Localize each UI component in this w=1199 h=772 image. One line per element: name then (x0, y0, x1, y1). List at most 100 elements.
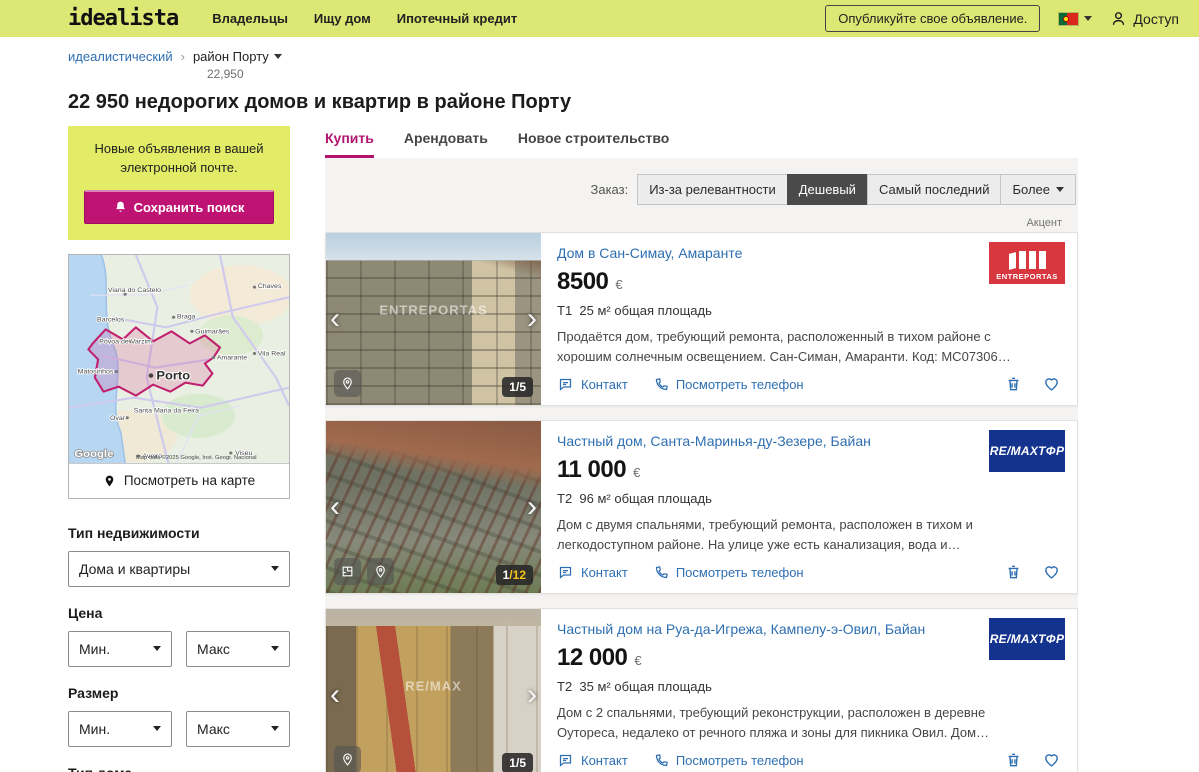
photo-next-arrow-icon[interactable]: › (527, 304, 537, 334)
chevron-down-icon (271, 566, 279, 572)
chat-icon (559, 566, 572, 579)
property-type-label: Тип недвижимости (68, 524, 200, 541)
login-button[interactable]: Доступ (1110, 10, 1179, 27)
photo-next-arrow-icon[interactable]: › (527, 680, 537, 710)
trash-icon (1008, 377, 1019, 391)
sort-more-button[interactable]: Более (1000, 174, 1076, 205)
main-content: Купить Арендовать Новое строительство За… (325, 126, 1078, 772)
size-min-select[interactable]: Мин. (68, 710, 172, 747)
language-selector[interactable] (1058, 11, 1093, 26)
top-header: idealista Владельцы Ищу дом Ипотечный кр… (0, 0, 1199, 37)
tabs-bar: Купить Арендовать Новое строительство (325, 126, 1078, 158)
map-thumbnail[interactable]: Viana do Castelo Chaves Barcelos Braga G… (69, 254, 289, 463)
size-max-select[interactable]: Макс (186, 710, 290, 747)
sidebar: Новые объявления в вашей электронной поч… (68, 126, 290, 772)
phone-icon (655, 753, 668, 766)
listing-card: RE/MAX ‹ › 1/5 RE/MAXTΦP Частный дом на … (325, 608, 1078, 772)
favorite-button[interactable] (1042, 563, 1061, 581)
discard-button[interactable] (1005, 563, 1022, 581)
map-label: Ovar (110, 415, 126, 422)
price-label: Цена (68, 604, 103, 621)
map-label: Póvoa de Varzim (99, 338, 152, 345)
sort-relevance-button[interactable]: Из-за релевантности (637, 174, 788, 205)
nav-mortgage[interactable]: Ипотечный кредит (397, 11, 517, 26)
contact-button[interactable]: Контакт (557, 753, 628, 768)
agency-logo-remax[interactable]: RE/MAXTΦP (989, 618, 1065, 660)
photo-map-pin-icon[interactable] (334, 370, 361, 397)
view-phone-button[interactable]: Посмотреть телефон (654, 377, 804, 392)
map-label: Guimarães (195, 328, 230, 335)
breadcrumb-current[interactable]: район Порту (193, 49, 282, 64)
contact-button[interactable]: Контакт (557, 377, 628, 392)
nav-owners[interactable]: Владельцы (212, 11, 288, 26)
currency-symbol: € (615, 277, 623, 293)
breadcrumb-separator: › (180, 49, 185, 64)
sort-label: Заказ: (590, 182, 629, 197)
listing-photo[interactable]: ‹ › 1/12 (326, 421, 541, 593)
heart-icon (1045, 754, 1058, 767)
view-on-map-button[interactable]: Посмотреть на карте (69, 462, 289, 498)
listing-title[interactable]: Частный дом, Санта-Маринья-ду-Зезере, Ба… (557, 432, 957, 450)
chat-icon (559, 754, 572, 767)
listing-price: 11 000 (557, 456, 627, 484)
photo-prev-arrow-icon[interactable]: ‹ (330, 304, 340, 334)
map-label: Braga (177, 313, 196, 320)
listing-price: 12 000 (557, 644, 628, 672)
photo-map-pin-icon[interactable] (367, 558, 394, 585)
accent-label: Акцент (1026, 217, 1062, 229)
discard-button[interactable] (1005, 751, 1022, 769)
contact-button[interactable]: Контакт (557, 565, 628, 580)
breadcrumb-root[interactable]: идеалистический (68, 49, 173, 64)
trash-icon (1008, 753, 1019, 767)
agency-logo-entreportas[interactable]: ENTREPORTAS (989, 242, 1065, 284)
property-type-select[interactable]: Дома и квартиры (68, 550, 290, 587)
favorite-button[interactable] (1042, 375, 1061, 393)
sort-cheapest-button[interactable]: Дешевый (786, 174, 868, 205)
user-icon (1113, 12, 1125, 25)
idealista-logo[interactable]: idealista (68, 6, 179, 31)
chevron-down-icon (1084, 16, 1093, 21)
save-search-button[interactable]: Сохранить поиск (84, 189, 274, 224)
listing-details: T2 35 м² общая площадь (557, 679, 712, 695)
map-label: Viana do Castelo (108, 287, 161, 294)
map-label-porto: Porto (156, 369, 190, 382)
chevron-down-icon (271, 726, 279, 732)
page-title: 22 950 недорогих домов и квартир в район… (68, 91, 572, 113)
price-min-select[interactable]: Мин. (68, 630, 172, 667)
photo-watermark: RE/MAX (405, 678, 462, 694)
entreportas-bars-icon (1008, 249, 1046, 270)
tab-buy[interactable]: Купить (325, 130, 374, 158)
photo-counter: 1/5 (502, 753, 533, 772)
map-label: Vila Real (258, 350, 286, 357)
photo-floorplan-icon[interactable] (334, 558, 361, 585)
view-phone-button[interactable]: Посмотреть телефон (654, 565, 804, 580)
nav-search-home[interactable]: Ищу дом (314, 11, 371, 26)
listing-photo[interactable]: ENTREPORTAS ‹ › 1/5 (326, 233, 541, 405)
map-attribution: Map data ©2025 Google, Inst. Geogr. Naci… (136, 454, 257, 461)
google-logo: Google (74, 448, 113, 460)
listing-title[interactable]: Частный дом на Руа-да-Игрежа, Кампелу-э-… (557, 620, 957, 638)
currency-symbol: € (633, 465, 641, 481)
listing-title[interactable]: Дом в Сан-Симау, Амаранте (557, 244, 957, 262)
listing-card: ENTREPORTAS ‹ › 1/5 ENTREPORTAS Дом в Са… (325, 232, 1078, 406)
listing-photo[interactable]: RE/MAX ‹ › 1/5 (326, 609, 541, 772)
price-max-select[interactable]: Макс (186, 630, 290, 667)
chevron-down-icon (273, 54, 282, 59)
map-label: Matosinhos (78, 368, 114, 375)
photo-next-arrow-icon[interactable]: › (527, 492, 537, 522)
tab-rent[interactable]: Арендовать (404, 130, 488, 158)
sort-bar: Заказ: Из-за релевантности Дешевый Самый… (325, 170, 1078, 215)
view-phone-button[interactable]: Посмотреть телефон (654, 753, 804, 768)
listing-details: T1 25 м² общая площадь (557, 303, 712, 319)
photo-prev-arrow-icon[interactable]: ‹ (330, 680, 340, 710)
tab-new-construction[interactable]: Новое строительство (518, 130, 669, 158)
sort-latest-button[interactable]: Самый последний (866, 174, 1002, 205)
discard-button[interactable] (1005, 375, 1022, 393)
favorite-button[interactable] (1042, 751, 1061, 769)
map-label: Barcelos (97, 316, 125, 323)
agency-logo-remax[interactable]: RE/MAXTΦP (989, 430, 1065, 472)
photo-map-pin-icon[interactable] (334, 746, 361, 772)
heart-icon (1045, 378, 1058, 391)
photo-prev-arrow-icon[interactable]: ‹ (330, 492, 340, 522)
publish-ad-button[interactable]: Опубликуйте свое объявление. (825, 5, 1041, 32)
